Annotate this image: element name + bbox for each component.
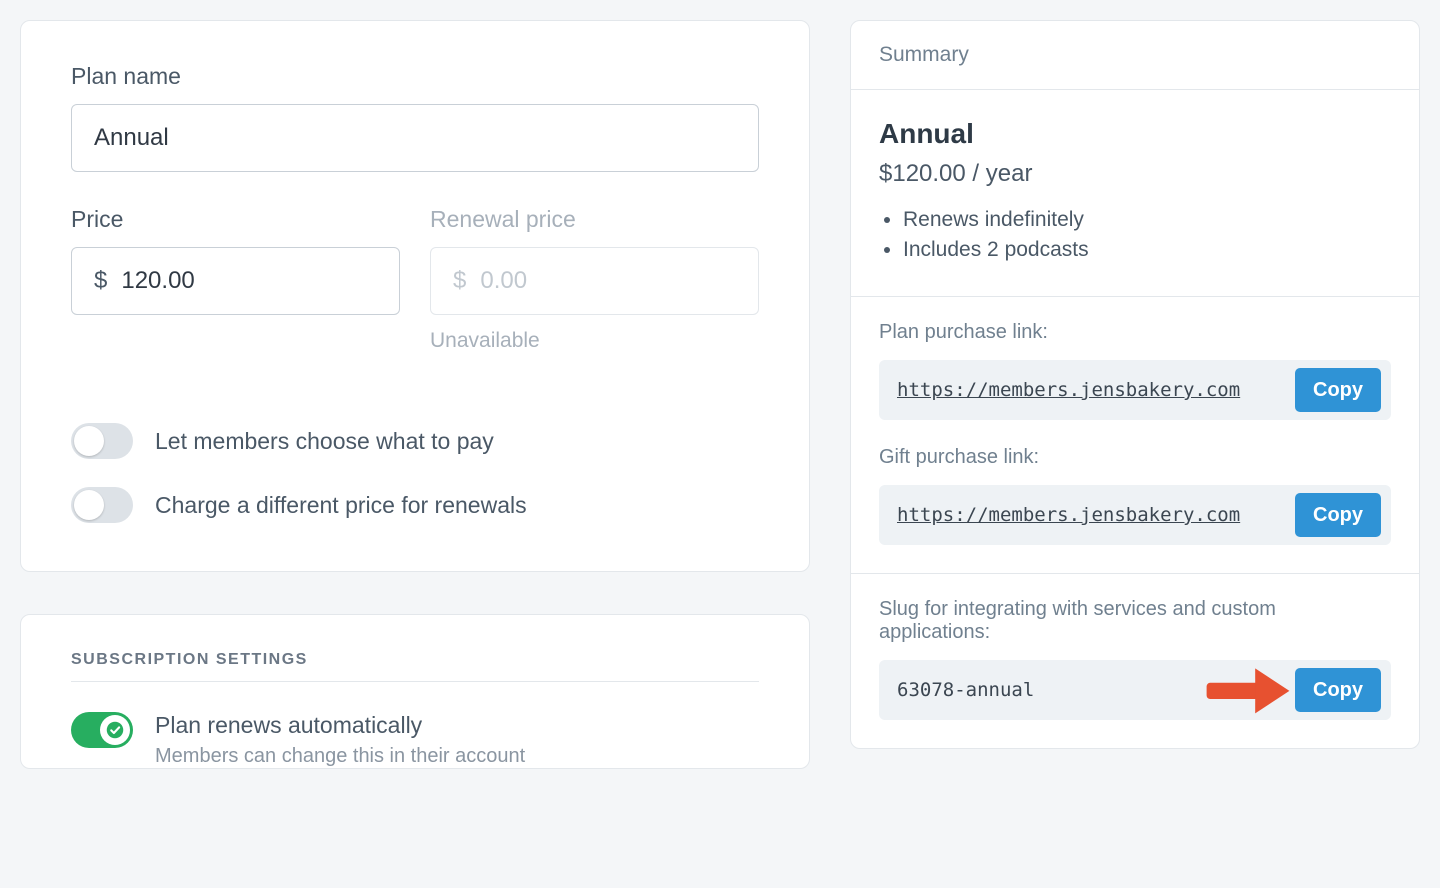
subscription-settings-card: SUBSCRIPTION SETTINGS Plan renews automa…: [20, 614, 810, 769]
price-label: Price: [71, 206, 400, 233]
price-input-wrapper[interactable]: $: [71, 247, 400, 315]
plan-purchase-link-text[interactable]: https://members.jensbakery.com: [897, 379, 1283, 401]
summary-card: Summary Annual $120.00 / year Renews ind…: [850, 20, 1420, 749]
plan-name-label: Plan name: [71, 63, 759, 90]
gift-purchase-link-text[interactable]: https://members.jensbakery.com: [897, 504, 1283, 526]
gift-purchase-link-box: https://members.jensbakery.com Copy: [879, 485, 1391, 545]
check-icon: [106, 721, 124, 739]
copy-gift-link-button[interactable]: Copy: [1295, 493, 1381, 537]
toggle-renews-automatically-sub: Members can change this in their account: [155, 745, 525, 768]
toggle-different-renewal-price[interactable]: [71, 487, 133, 523]
renewal-price-input-wrapper: $: [430, 247, 759, 315]
renewal-unavailable-text: Unavailable: [430, 329, 759, 353]
toggle-renews-automatically[interactable]: [71, 712, 133, 748]
plan-purchase-link-label: Plan purchase link:: [879, 321, 1391, 344]
summary-bullet: Renews indefinitely: [903, 208, 1391, 232]
summary-bullet: Includes 2 podcasts: [903, 238, 1391, 262]
slug-text[interactable]: 63078-annual: [897, 679, 1283, 701]
summary-bullets: Renews indefinitely Includes 2 podcasts: [879, 208, 1391, 262]
toggle-different-renewal-price-label: Charge a different price for renewals: [155, 492, 527, 519]
subscription-settings-title: SUBSCRIPTION SETTINGS: [71, 651, 759, 682]
plan-purchase-link-box: https://members.jensbakery.com Copy: [879, 360, 1391, 420]
summary-price-line: $120.00 / year: [879, 160, 1391, 188]
copy-plan-link-button[interactable]: Copy: [1295, 368, 1381, 412]
toggle-members-choose-pay-label: Let members choose what to pay: [155, 428, 494, 455]
plan-card: Plan name Price $ Renewal price $: [20, 20, 810, 572]
plan-name-input[interactable]: [71, 104, 759, 172]
summary-plan-title: Annual: [879, 118, 1391, 150]
gift-purchase-link-label: Gift purchase link:: [879, 446, 1391, 469]
slug-label: Slug for integrating with services and c…: [879, 598, 1391, 644]
renewal-price-input: [480, 267, 736, 295]
slug-box: 63078-annual Copy: [879, 660, 1391, 720]
summary-heading: Summary: [851, 21, 1419, 90]
price-input[interactable]: [121, 267, 377, 295]
currency-symbol: $: [94, 267, 107, 295]
renewal-price-label: Renewal price: [430, 206, 759, 233]
currency-symbol-disabled: $: [453, 267, 466, 295]
copy-slug-button[interactable]: Copy: [1295, 668, 1381, 712]
toggle-members-choose-pay[interactable]: [71, 423, 133, 459]
toggle-renews-automatically-label: Plan renews automatically: [155, 712, 525, 739]
